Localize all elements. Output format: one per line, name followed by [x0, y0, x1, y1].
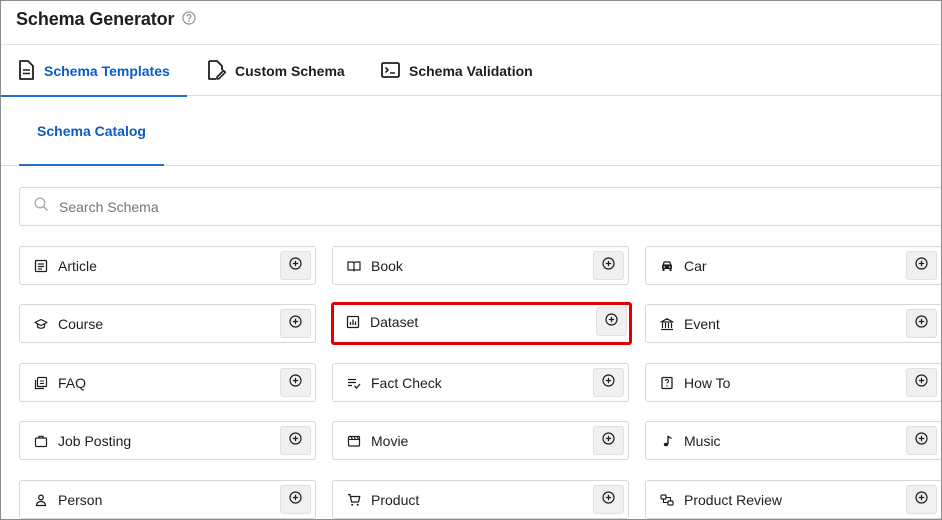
- search-box: [19, 187, 941, 226]
- schema-card-label: Car: [684, 258, 707, 274]
- add-schema-button[interactable]: [593, 251, 624, 280]
- faq-icon: [34, 376, 48, 390]
- add-schema-button[interactable]: [280, 426, 311, 455]
- schema-card-movie[interactable]: Movie: [332, 421, 629, 460]
- dataset-icon: [346, 315, 360, 329]
- car-icon: [660, 259, 674, 273]
- schema-card-book[interactable]: Book: [332, 246, 629, 285]
- schema-card-article[interactable]: Article: [19, 246, 316, 285]
- plus-circle-icon: [289, 373, 302, 392]
- schema-card-dataset[interactable]: Dataset: [331, 302, 632, 345]
- schema-card-label: Music: [684, 433, 721, 449]
- add-schema-button[interactable]: [906, 485, 937, 514]
- tab-schema-catalog[interactable]: Schema Catalog: [19, 97, 164, 166]
- plus-circle-icon: [915, 373, 928, 392]
- tab-label: Custom Schema: [235, 63, 345, 79]
- document-icon: [18, 59, 44, 83]
- page-title: Schema Generator: [16, 9, 175, 29]
- schema-card-label: Fact Check: [371, 375, 442, 391]
- review-icon: [660, 493, 674, 507]
- fact-check-icon: [347, 376, 361, 390]
- schema-card-course[interactable]: Course: [19, 304, 316, 343]
- briefcase-icon: [34, 434, 48, 448]
- schema-card-label: Course: [58, 316, 104, 332]
- how-to-icon: [660, 376, 674, 390]
- plus-circle-icon: [915, 314, 928, 333]
- plus-circle-icon: [605, 312, 618, 331]
- plus-circle-icon: [602, 490, 615, 509]
- schema-card-label: Movie: [371, 433, 409, 449]
- tab-schema-validation[interactable]: Schema Validation: [381, 46, 533, 96]
- add-schema-button[interactable]: [593, 426, 624, 455]
- plus-circle-icon: [602, 431, 615, 450]
- schema-card-label: Product: [371, 492, 420, 508]
- plus-circle-icon: [915, 256, 928, 275]
- main-tabs: Schema Templates Custom Schema Schema Va…: [1, 46, 941, 97]
- schema-card-label: Book: [371, 258, 403, 274]
- schema-generator-panel: Schema Generator Schema Templates Custom…: [0, 0, 942, 520]
- tab-label: Schema Templates: [44, 63, 170, 79]
- plus-circle-icon: [915, 431, 928, 450]
- schema-card-label: Job Posting: [58, 433, 132, 449]
- add-schema-button[interactable]: [596, 307, 627, 336]
- add-schema-button[interactable]: [906, 368, 937, 397]
- plus-circle-icon: [289, 490, 302, 509]
- add-schema-button[interactable]: [593, 368, 624, 397]
- tab-label: Schema Validation: [409, 63, 533, 79]
- schema-card-car[interactable]: Car: [645, 246, 941, 285]
- add-schema-button[interactable]: [593, 485, 624, 514]
- cart-icon: [347, 493, 361, 507]
- schema-card-label: Dataset: [370, 314, 419, 330]
- tab-custom-schema[interactable]: Custom Schema: [207, 46, 345, 96]
- tab-schema-templates[interactable]: Schema Templates: [1, 46, 187, 97]
- add-schema-button[interactable]: [280, 368, 311, 397]
- plus-circle-icon: [602, 256, 615, 275]
- schema-card-job-posting[interactable]: Job Posting: [19, 421, 316, 460]
- catalog-subtabs: Schema Catalog: [1, 97, 941, 166]
- search-input[interactable]: [59, 198, 919, 215]
- schema-card-label: Person: [58, 492, 103, 508]
- schema-card-product[interactable]: Product: [332, 480, 629, 519]
- movie-icon: [347, 434, 361, 448]
- add-schema-button[interactable]: [906, 309, 937, 338]
- schema-card-label: Article: [58, 258, 97, 274]
- schema-card-event[interactable]: Event: [645, 304, 941, 343]
- panel-header: Schema Generator: [1, 1, 941, 45]
- document-edit-icon: [207, 59, 235, 83]
- terminal-icon: [381, 61, 409, 81]
- plus-circle-icon: [915, 490, 928, 509]
- add-schema-button[interactable]: [280, 309, 311, 338]
- schema-card-fact-check[interactable]: Fact Check: [332, 363, 629, 402]
- plus-circle-icon: [289, 314, 302, 333]
- schema-card-product-review[interactable]: Product Review: [645, 480, 941, 519]
- article-icon: [34, 259, 48, 273]
- add-schema-button[interactable]: [280, 485, 311, 514]
- schema-card-faq[interactable]: FAQ: [19, 363, 316, 402]
- person-icon: [34, 493, 48, 507]
- schema-card-music[interactable]: Music: [645, 421, 941, 460]
- question-circle-icon[interactable]: [182, 11, 196, 25]
- schema-card-label: Product Review: [684, 492, 783, 508]
- schema-card-label: Event: [684, 316, 720, 332]
- add-schema-button[interactable]: [280, 251, 311, 280]
- plus-circle-icon: [602, 373, 615, 392]
- building-icon: [660, 317, 674, 331]
- plus-circle-icon: [289, 256, 302, 275]
- search-icon: [20, 197, 49, 217]
- schema-card-how-to[interactable]: How To: [645, 363, 941, 402]
- plus-circle-icon: [289, 431, 302, 450]
- schema-card-label: FAQ: [58, 375, 87, 391]
- add-schema-button[interactable]: [906, 251, 937, 280]
- book-icon: [347, 259, 361, 273]
- music-note-icon: [660, 434, 674, 448]
- graduation-cap-icon: [34, 317, 48, 331]
- schema-card-person[interactable]: Person: [19, 480, 316, 519]
- add-schema-button[interactable]: [906, 426, 937, 455]
- schema-card-label: How To: [684, 375, 731, 391]
